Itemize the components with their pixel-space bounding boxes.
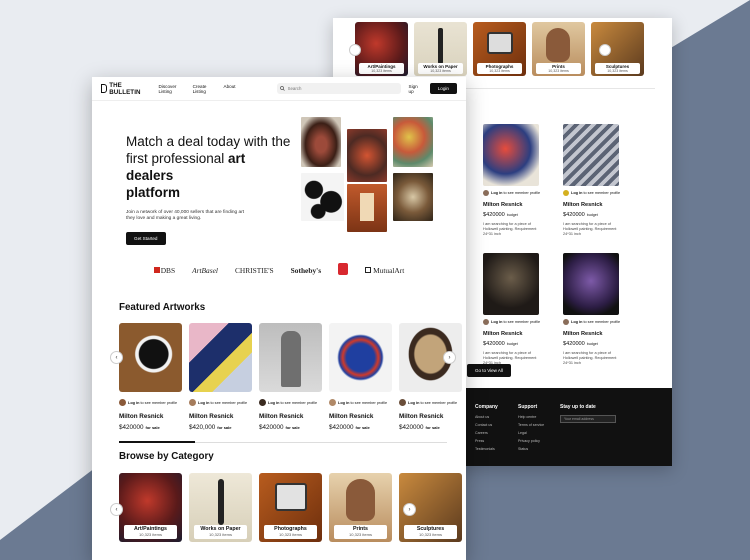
brand-sothebys: Sotheby's (290, 265, 322, 275)
email-field[interactable]: Your email address (560, 415, 616, 423)
chevron-right-icon: › (448, 354, 451, 361)
logo[interactable]: THE BULLETIN (101, 82, 148, 96)
get-started-button[interactable]: Get Started (126, 231, 166, 245)
brand-artbasel: ArtBasel (192, 265, 218, 275)
chevron-left-icon: ‹ (115, 506, 118, 513)
brand-christies: CHRISTIE'S (234, 265, 274, 275)
brand-mutualart: MutualArt (365, 266, 404, 275)
wanted-card[interactable]: Log in to see member profile Milton Resn… (483, 124, 549, 237)
back-category-card[interactable]: Photographs 10,323 items (473, 22, 526, 76)
hero-title: Match a deal today with the first profes… (126, 134, 291, 200)
signup-link[interactable]: Sign up (409, 84, 422, 94)
carousel-next-button[interactable]: › (443, 351, 456, 364)
wanted-image (563, 124, 619, 186)
nav-about[interactable]: About (224, 84, 236, 94)
nav-create-listing[interactable]: Create Listing (193, 84, 215, 94)
artwork-image (189, 323, 252, 392)
brand-dbs: DBS (153, 266, 175, 275)
wanted-card[interactable]: Log in to see member profile Milton Resn… (563, 124, 629, 237)
search-input[interactable] (287, 86, 398, 91)
search-box (276, 83, 401, 94)
artwork-card[interactable]: Log in to see member profile Milton Resn… (189, 323, 252, 431)
artwork-ornate (393, 173, 433, 221)
wanted-image (483, 124, 539, 186)
nav-discover-listing[interactable]: Discover Listing (159, 84, 184, 94)
back-carousel-next[interactable] (599, 44, 611, 56)
category-card-works-on-paper[interactable]: Works on Paper 10,323 items (189, 473, 252, 542)
wanted-card[interactable]: Log in to see member profile Milton Resn… (483, 252, 549, 366)
artwork-card[interactable]: Log in to see member profile Milton Resn… (329, 323, 392, 431)
login-button[interactable]: Login (429, 83, 457, 94)
hero: Match a deal today with the first profes… (126, 133, 296, 245)
wanted-image (563, 252, 619, 315)
artwork-image (119, 323, 182, 392)
artwork-pixel-figure (347, 184, 387, 232)
back-category-card[interactable]: Art/Paintings 10,323 items (355, 22, 408, 76)
front-screen: THE BULLETIN Discover Listing Create Lis… (92, 77, 466, 560)
artwork-card[interactable]: Log in to see member profile Milton Resn… (119, 323, 182, 431)
artwork-lips (301, 117, 341, 167)
top-nav: THE BULLETIN Discover Listing Create Lis… (92, 77, 466, 101)
featured-title: Featured Artworks (119, 302, 206, 313)
partner-logos: DBS ArtBasel CHRISTIE'S Sotheby's Mutual… (92, 263, 466, 277)
back-category-card[interactable]: Works on Paper 10,323 items (414, 22, 467, 76)
featured-row: Log in to see member profile Milton Resn… (119, 323, 462, 431)
wanted-card[interactable]: Log in to see member profile Milton Resn… (563, 252, 629, 366)
back-carousel-prev[interactable] (349, 44, 361, 56)
artwork-card[interactable]: Log in to see member profile Milton Resn… (399, 323, 462, 431)
category-next-button[interactable]: › (403, 503, 416, 516)
back-category-card[interactable]: Prints 10,323 items (532, 22, 585, 76)
category-title: Browse by Category (119, 451, 214, 462)
category-card-prints[interactable]: Prints 10,323 items (329, 473, 392, 542)
category-prev-button[interactable]: ‹ (110, 503, 123, 516)
artwork-image (329, 323, 392, 392)
artwork-black-white (301, 173, 344, 221)
chevron-right-icon: › (408, 506, 411, 513)
artwork-abstract-red (347, 129, 387, 182)
category-card-art-paintings[interactable]: Art/Paintings 10,323 items (119, 473, 182, 542)
divider-indicator (119, 441, 195, 443)
logo-icon (101, 84, 108, 93)
search-icon (279, 86, 285, 91)
category-card-photographs[interactable]: Photographs 10,323 items (259, 473, 322, 542)
artwork-abstract-colorful (393, 117, 433, 167)
hero-body: Join a network of over 40,000 sellers th… (126, 210, 245, 222)
chevron-left-icon: ‹ (115, 354, 118, 361)
view-all-button[interactable]: Go to View All (467, 364, 511, 377)
carousel-prev-button[interactable]: ‹ (110, 351, 123, 364)
wanted-grid: Log in to see member profile Milton Resn… (483, 124, 629, 366)
artwork-image (259, 323, 322, 392)
wanted-image (483, 252, 539, 315)
artwork-card[interactable]: Log in to see member profile Milton Resn… (259, 323, 322, 431)
brand-red-logo-icon (338, 263, 349, 277)
